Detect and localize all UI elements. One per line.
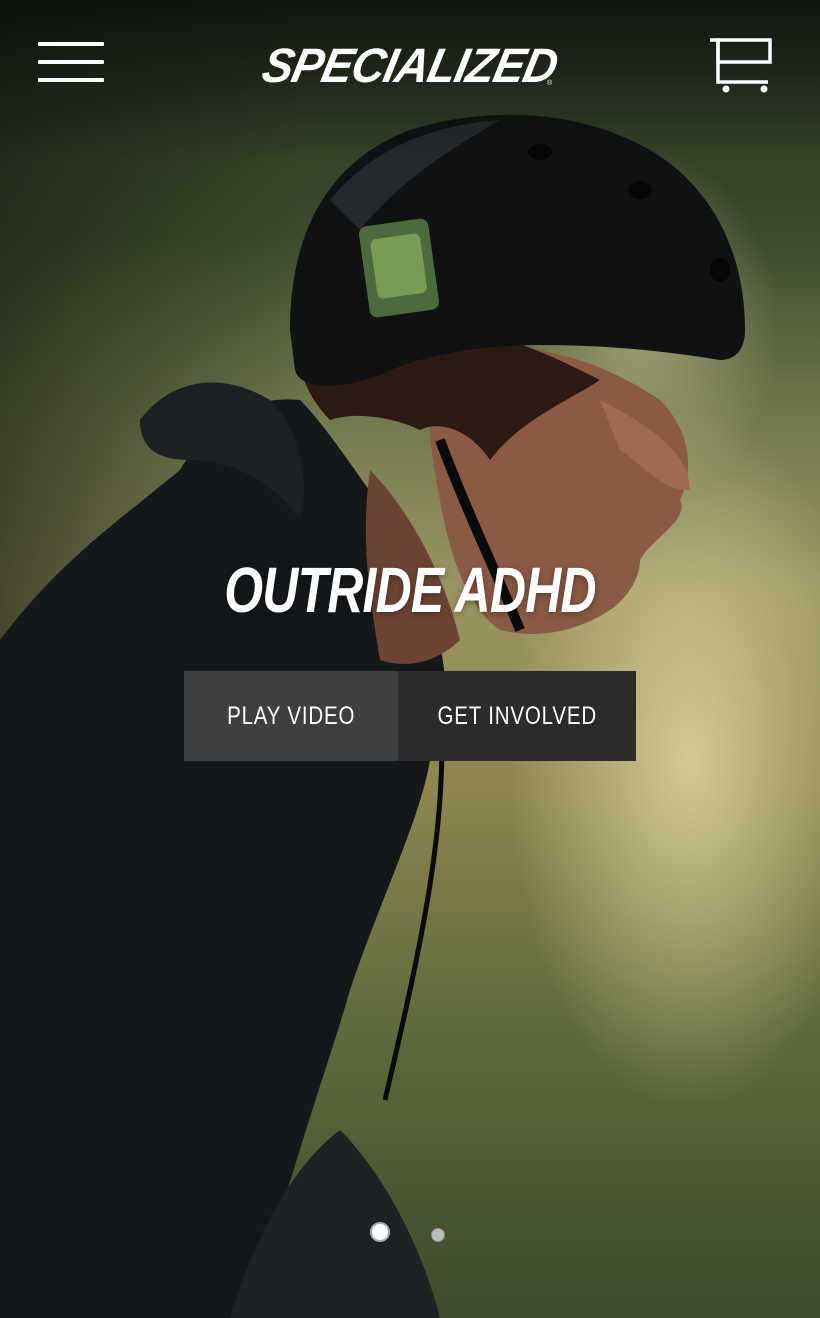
rider-silhouette-image bbox=[0, 114, 745, 1318]
get-involved-label: GET INVOLVED bbox=[437, 701, 597, 730]
menu-bar bbox=[38, 60, 104, 64]
get-involved-button[interactable]: GET INVOLVED bbox=[398, 671, 636, 761]
carousel-dot-2[interactable] bbox=[431, 1228, 445, 1242]
menu-bar bbox=[38, 78, 104, 82]
menu-bar bbox=[38, 42, 104, 46]
shopping-cart-icon[interactable] bbox=[708, 36, 776, 96]
hero-title: OUTRIDE ADHD bbox=[224, 554, 596, 626]
home-screen: SPECIALIZED ® OUTRIDE ADHD PLAY VIDEO GE… bbox=[0, 0, 820, 1318]
hero-cta-group: PLAY VIDEO GET INVOLVED bbox=[184, 671, 636, 761]
play-video-label: PLAY VIDEO bbox=[226, 701, 356, 730]
hamburger-menu-icon[interactable] bbox=[38, 42, 104, 84]
play-video-button[interactable]: PLAY VIDEO bbox=[184, 671, 398, 761]
site-header: SPECIALIZED ® bbox=[0, 0, 820, 130]
registered-mark: ® bbox=[547, 80, 553, 87]
specialized-logo[interactable]: SPECIALIZED bbox=[252, 37, 568, 94]
carousel-dot-1[interactable] bbox=[370, 1222, 390, 1242]
